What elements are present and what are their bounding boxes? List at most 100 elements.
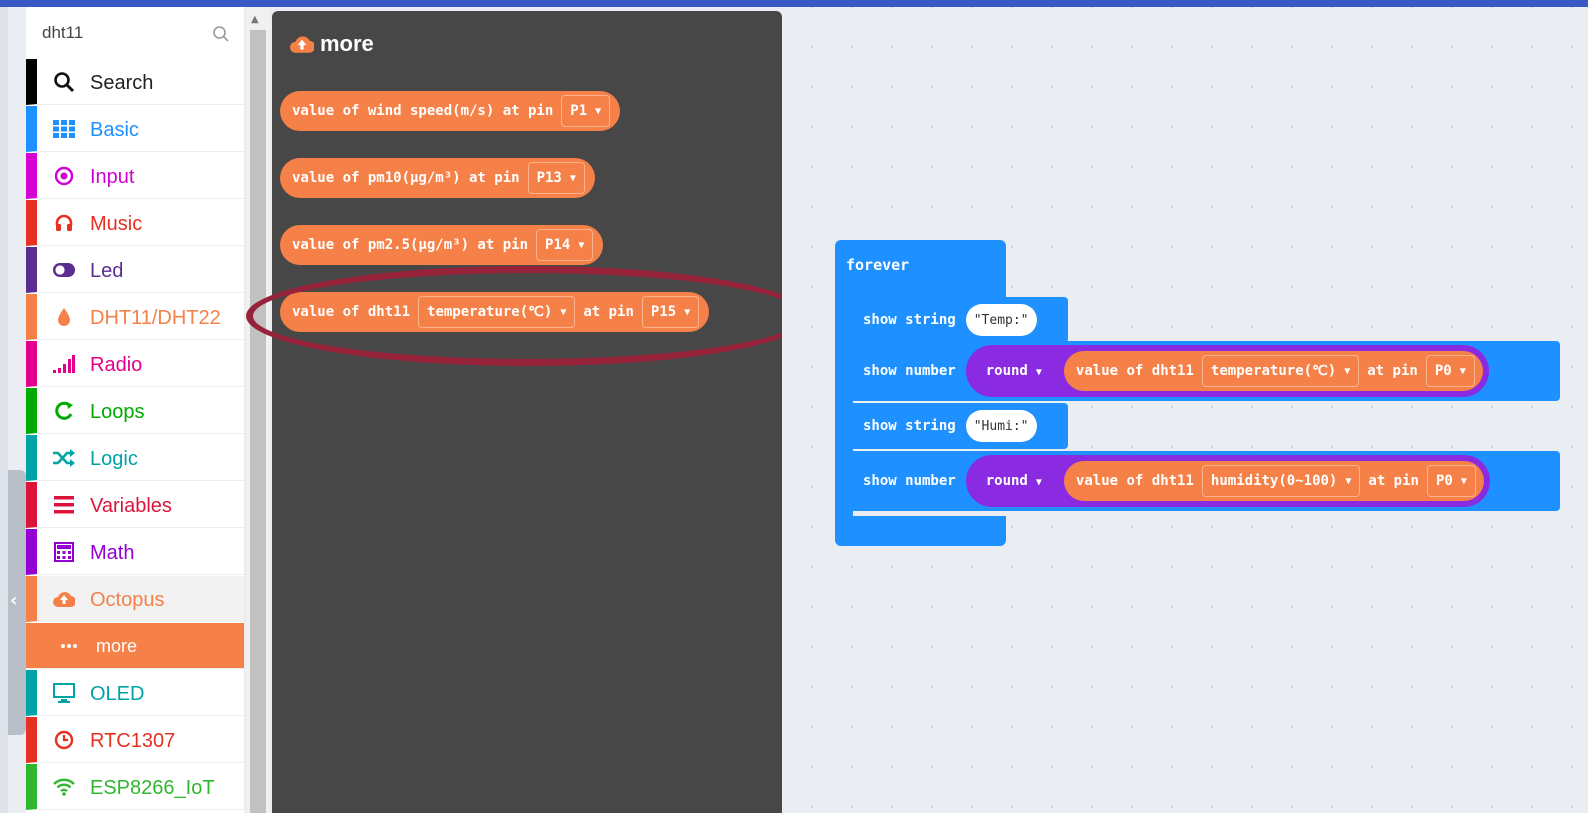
string-literal-input[interactable]: "Temp:": [965, 304, 1037, 336]
round-label: round: [985, 363, 1028, 379]
droplet-icon: [53, 306, 75, 328]
grid-icon: [53, 118, 75, 140]
category-label: Search: [90, 72, 154, 94]
category-music[interactable]: Music: [26, 200, 244, 246]
caret-down-icon: ▼: [1035, 367, 1042, 378]
category-logic[interactable]: Logic: [26, 435, 244, 481]
category-rtc1307[interactable]: RTC1307: [26, 717, 244, 763]
caret-down-icon: ▼: [1460, 475, 1467, 487]
category-led[interactable]: Led: [26, 247, 244, 293]
wind-speed-block[interactable]: value of wind speed(m/s) at pin P1 ▼: [280, 91, 621, 131]
category-basic[interactable]: Basic: [26, 106, 244, 152]
flyout-title: more: [290, 31, 374, 57]
round-dropdown[interactable]: round ▼: [986, 473, 1042, 489]
top-bar: [0, 0, 1588, 7]
category-label: Logic: [90, 448, 138, 470]
measurement-dropdown[interactable]: temperature(℃) ▼: [1201, 355, 1360, 387]
dht11-value-block[interactable]: value of dht11 humidity(0~100) ▼ at pin P…: [1063, 461, 1484, 501]
toolbox: Search Basic Input Music Led DHT11/DHT22: [26, 7, 244, 813]
category-esp8266-iot[interactable]: ESP8266_IoT: [26, 764, 244, 810]
toolbox-scroll-thumb[interactable]: [250, 30, 266, 813]
block-text: value of dht11: [1075, 363, 1194, 379]
monitor-icon: [53, 682, 75, 704]
show-number-block[interactable]: show number round ▼ value of dht11 temper…: [853, 341, 1560, 401]
pin-value: P0: [1435, 473, 1453, 489]
block-text: at pin: [1367, 363, 1418, 379]
measurement-dropdown[interactable]: humidity(0~100) ▼: [1201, 465, 1361, 497]
show-string-block[interactable]: show string "Humi:": [853, 403, 1068, 449]
category-oled[interactable]: OLED: [26, 670, 244, 716]
caret-down-icon: ▼: [569, 172, 576, 184]
caret-down-icon: ▼: [578, 239, 585, 251]
headphones-icon: [53, 212, 75, 234]
category-label: Loops: [90, 401, 145, 423]
category-octopus[interactable]: Octopus: [26, 576, 244, 622]
category-loops[interactable]: Loops: [26, 388, 244, 434]
show-string-block[interactable]: show string "Temp:": [853, 297, 1068, 343]
category-radio[interactable]: Radio: [26, 341, 244, 387]
pin-value: P13: [536, 170, 562, 186]
lines-icon: [53, 494, 75, 516]
pin-dropdown[interactable]: P0 ▼: [1425, 355, 1475, 387]
show-number-block[interactable]: show number round ▼ value of dht11 humidi…: [853, 451, 1560, 511]
category-variables[interactable]: Variables: [26, 482, 244, 528]
pin-dropdown[interactable]: P1 ▼: [561, 95, 611, 127]
forever-block[interactable]: forever: [835, 240, 1006, 298]
radio-button-icon: [53, 165, 75, 187]
block-text: show string: [863, 312, 956, 328]
toggle-icon: [53, 259, 75, 281]
round-block[interactable]: round ▼ value of dht11 humidity(0~100) ▼ a…: [965, 455, 1490, 507]
toolbox-search-input[interactable]: [42, 23, 192, 43]
scroll-up-arrow-icon[interactable]: ▲: [251, 14, 259, 25]
category-label: Led: [90, 260, 124, 282]
category-label: RTC1307: [90, 730, 176, 752]
pm10-block[interactable]: value of pm10(μg/m³) at pin P13 ▼: [280, 158, 595, 198]
editor-left-edge: [0, 7, 8, 813]
flyout-title-label: more: [320, 31, 374, 56]
chevron-left-icon: ‹: [10, 590, 18, 611]
category-more[interactable]: more: [26, 623, 244, 669]
shuffle-icon: [53, 447, 75, 469]
category-label: OLED: [90, 683, 145, 705]
calculator-icon: [53, 541, 75, 563]
category-label: DHT11/DHT22: [90, 307, 221, 329]
string-literal-input[interactable]: "Humi:": [965, 410, 1037, 442]
category-label: Octopus: [90, 589, 165, 611]
forever-label: forever: [846, 256, 910, 274]
pin-value: P14: [545, 237, 571, 253]
dht11-value-block[interactable]: value of dht11 temperature(℃) ▼ at pin P0…: [1063, 351, 1483, 391]
cloud-upload-icon: [290, 36, 314, 53]
pin-value: P0: [1434, 363, 1452, 379]
caret-down-icon: ▼: [1345, 475, 1352, 487]
round-block[interactable]: round ▼ value of dht11 temperature(℃) ▼ at…: [965, 345, 1489, 397]
category-label: ESP8266_IoT: [90, 777, 215, 799]
caret-down-icon: ▼: [1344, 365, 1351, 377]
block-text: at pin: [1368, 473, 1419, 489]
block-text: show number: [863, 473, 956, 489]
block-text: value of wind speed(m/s) at pin: [292, 103, 554, 119]
category-math[interactable]: Math: [26, 529, 244, 575]
dots-icon: [58, 635, 80, 657]
pin-dropdown[interactable]: P14 ▼: [536, 229, 594, 261]
category-dht11[interactable]: DHT11/DHT22: [26, 294, 244, 340]
caret-down-icon: ▼: [1459, 365, 1466, 377]
category-search[interactable]: Search: [26, 59, 244, 105]
pin-dropdown[interactable]: P13 ▼: [527, 162, 585, 194]
collapse-simulator-handle[interactable]: ‹: [8, 470, 26, 735]
round-dropdown[interactable]: round ▼: [986, 363, 1042, 379]
category-label: Input: [90, 166, 135, 188]
pin-value: P1: [570, 103, 588, 119]
loop-arrow-icon: [53, 400, 75, 422]
category-input[interactable]: Input: [26, 153, 244, 199]
pin-dropdown[interactable]: P0 ▼: [1426, 465, 1476, 497]
highlight-ellipse: [246, 266, 810, 366]
search-icon[interactable]: [212, 25, 230, 43]
block-text: value of dht11: [1075, 473, 1194, 489]
toolbox-search: [26, 7, 244, 59]
block-flyout: more value of wind speed(m/s) at pin P1 ▼…: [272, 11, 782, 813]
block-text: show number: [863, 363, 956, 379]
forever-block-bottom: [835, 516, 1006, 546]
pm25-block[interactable]: value of pm2.5(μg/m³) at pin P14 ▼: [280, 225, 604, 265]
category-label: Math: [90, 542, 135, 564]
cloud-upload-icon: [53, 588, 75, 610]
